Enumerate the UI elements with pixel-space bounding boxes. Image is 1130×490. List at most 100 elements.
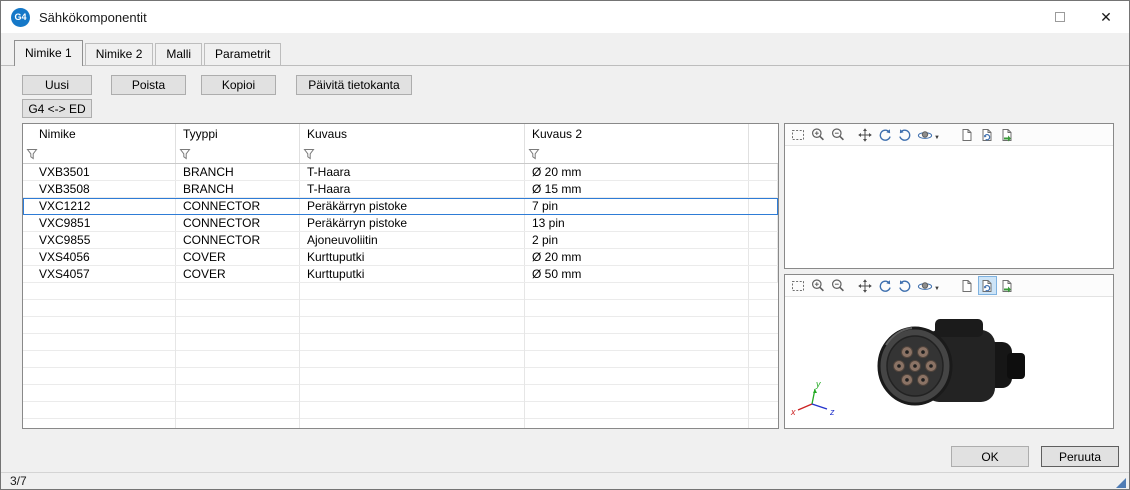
copy-view-icon[interactable]: [958, 276, 977, 295]
column-header-nimike[interactable]: Nimike: [23, 124, 176, 144]
ok-button[interactable]: OK: [951, 446, 1029, 467]
rotate-ccw-icon[interactable]: [875, 276, 894, 295]
cell-filler: [749, 266, 778, 282]
cell-nimike: VXB3508: [23, 181, 176, 197]
refresh-view-icon[interactable]: [978, 276, 997, 295]
tab-parametrit[interactable]: Parametrit: [204, 43, 281, 65]
tab-nimike-1[interactable]: Nimike 1: [14, 40, 83, 66]
select-region-icon[interactable]: [788, 276, 807, 295]
viewer-viewport-bottom[interactable]: x y z: [785, 297, 1113, 428]
refresh-view-icon[interactable]: [978, 125, 997, 144]
resize-grip-icon[interactable]: [1116, 478, 1126, 488]
record-position: 3/7: [10, 474, 27, 488]
export-view-icon[interactable]: [998, 276, 1017, 295]
cell-filler: [749, 249, 778, 265]
title-bar[interactable]: G4 Sähkökomponentit ✕: [1, 1, 1129, 33]
filter-cell-kuvaus2[interactable]: [525, 144, 749, 163]
cell-tyyppi: CONNECTOR: [176, 215, 300, 231]
cell-kuvaus2: 13 pin: [525, 215, 749, 231]
table-row[interactable]: VXC9851 CONNECTOR Peräkärryn pistoke 13 …: [23, 215, 778, 232]
cell-nimike: VXS4056: [23, 249, 176, 265]
status-bar: 3/7: [1, 472, 1129, 490]
dialog-window: G4 Sähkökomponentit ✕ Nimike 1 Nimike 2 …: [0, 0, 1130, 490]
cell-tyyppi: COVER: [176, 249, 300, 265]
cell-tyyppi: CONNECTOR: [176, 232, 300, 248]
components-table: Nimike Tyyppi Kuvaus Kuvaus 2 VXB3501 BR…: [22, 123, 779, 429]
viewer-viewport-top[interactable]: [785, 146, 1113, 268]
cell-filler: [749, 181, 778, 197]
filter-funnel-icon[interactable]: [26, 148, 38, 160]
filter-funnel-icon[interactable]: [528, 148, 540, 160]
dropdown-caret-icon[interactable]: ▼: [934, 286, 940, 292]
table-row[interactable]: VXB3508 BRANCH T-Haara Ø 15 mm: [23, 181, 778, 198]
table-row[interactable]: VXB3501 BRANCH T-Haara Ø 20 mm: [23, 164, 778, 181]
grid-line: [175, 283, 176, 428]
orbit-icon[interactable]: [915, 125, 934, 144]
close-button[interactable]: ✕: [1083, 1, 1129, 33]
cell-tyyppi: BRANCH: [176, 164, 300, 180]
rotate-cw-icon[interactable]: [895, 125, 914, 144]
cell-nimike: VXC9851: [23, 215, 176, 231]
g4-ed-sync-button[interactable]: G4 <-> ED: [22, 99, 92, 118]
filter-cell-kuvaus[interactable]: [300, 144, 525, 163]
cell-kuvaus: T-Haara: [300, 164, 525, 180]
zoom-out-icon[interactable]: [828, 125, 847, 144]
viewer-panel-bottom: ▼: [784, 274, 1114, 429]
cell-nimike: VXB3501: [23, 164, 176, 180]
cell-filler: [749, 164, 778, 180]
dropdown-caret-icon[interactable]: ▼: [934, 135, 940, 141]
select-region-icon[interactable]: [788, 125, 807, 144]
cell-tyyppi: COVER: [176, 266, 300, 282]
update-database-button[interactable]: Päivitä tietokanta: [296, 75, 412, 95]
axis-triad-icon: x y z: [790, 379, 835, 417]
filter-cell-nimike[interactable]: [23, 144, 176, 163]
copy-view-icon[interactable]: [958, 125, 977, 144]
pan-icon[interactable]: [855, 125, 874, 144]
filter-cell-tyyppi[interactable]: [176, 144, 300, 163]
new-button[interactable]: Uusi: [22, 75, 92, 95]
cell-tyyppi: BRANCH: [176, 181, 300, 197]
close-icon: ✕: [1100, 10, 1112, 24]
cell-kuvaus2: Ø 50 mm: [525, 266, 749, 282]
zoom-in-icon[interactable]: [808, 276, 827, 295]
filter-funnel-icon[interactable]: [303, 148, 315, 160]
column-header-kuvaus[interactable]: Kuvaus: [300, 124, 525, 144]
cell-filler: [749, 198, 778, 214]
column-header-kuvaus2[interactable]: Kuvaus 2: [525, 124, 749, 144]
cell-filler: [749, 215, 778, 231]
filter-funnel-icon[interactable]: [179, 148, 191, 160]
window-controls: ✕: [1037, 1, 1129, 33]
tab-malli[interactable]: Malli: [155, 43, 202, 65]
cell-kuvaus: Kurttuputki: [300, 249, 525, 265]
copy-button[interactable]: Kopioi: [201, 75, 276, 95]
tab-nimike-2[interactable]: Nimike 2: [85, 43, 154, 65]
orbit-icon[interactable]: [915, 276, 934, 295]
cell-nimike: VXC1212: [23, 198, 176, 214]
grid-line: [299, 283, 300, 428]
zoom-in-icon[interactable]: [808, 125, 827, 144]
cancel-button[interactable]: Peruuta: [1041, 446, 1119, 467]
viewer-panel-top: ▼: [784, 123, 1114, 269]
table-row[interactable]: VXC9855 CONNECTOR Ajoneuvoliitin 2 pin: [23, 232, 778, 249]
column-header-tyyppi[interactable]: Tyyppi: [176, 124, 300, 144]
table-row-selected[interactable]: VXC1212 CONNECTOR Peräkärryn pistoke 7 p…: [23, 198, 778, 215]
connector-3d-model: x y z: [785, 297, 1113, 428]
table-row[interactable]: VXS4056 COVER Kurttuputki Ø 20 mm: [23, 249, 778, 266]
maximize-button[interactable]: [1037, 1, 1083, 33]
table-row[interactable]: VXS4057 COVER Kurttuputki Ø 50 mm: [23, 266, 778, 283]
rotate-cw-icon[interactable]: [895, 276, 914, 295]
grid-line: [524, 283, 525, 428]
connector-body: [879, 319, 1025, 404]
viewer-toolbar: ▼: [785, 275, 1113, 297]
rotate-ccw-icon[interactable]: [875, 125, 894, 144]
g4-app-icon[interactable]: G4: [11, 8, 30, 27]
delete-button[interactable]: Poista: [111, 75, 186, 95]
cell-kuvaus: Peräkärryn pistoke: [300, 198, 525, 214]
cell-tyyppi: CONNECTOR: [176, 198, 300, 214]
pan-icon[interactable]: [855, 276, 874, 295]
zoom-out-icon[interactable]: [828, 276, 847, 295]
export-view-icon[interactable]: [998, 125, 1017, 144]
grid-line: [748, 283, 749, 428]
table-header-row: Nimike Tyyppi Kuvaus Kuvaus 2: [23, 124, 778, 144]
cell-filler: [749, 232, 778, 248]
